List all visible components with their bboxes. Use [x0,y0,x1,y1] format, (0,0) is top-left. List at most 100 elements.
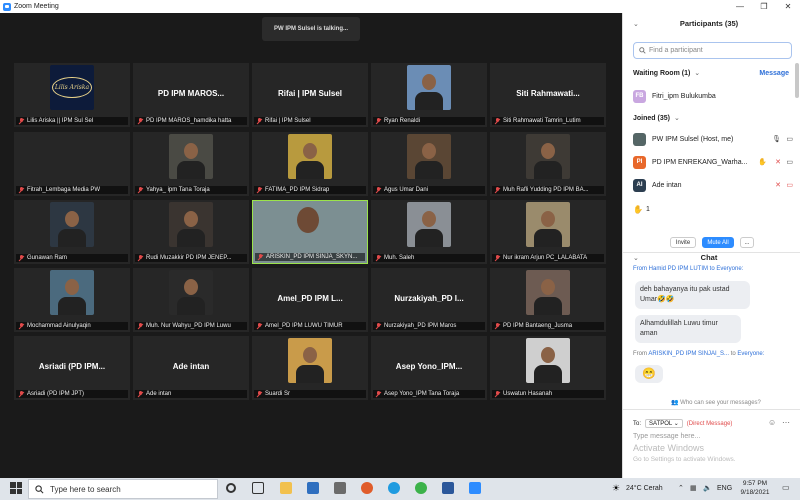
mic-muted-icon[interactable]: ✕ [775,181,781,189]
participant-label-text: Ade intan [146,391,172,397]
participant-label: Ade intan [135,390,247,398]
windows-start-icon[interactable] [10,482,22,494]
video-tile[interactable]: Asriadi (PD IPM... Asriadi (PD IPM JPT) [14,336,130,400]
participant-row[interactable]: PI PD IPM ENREKANG_Warha... ✋ ✕ ▭ [623,154,795,170]
invite-button[interactable]: Invite [670,237,696,248]
close-icon[interactable]: ✕ [776,0,800,13]
video-tile[interactable]: Asep Yono_IPM... Asep Yono_IPM Tana Toraj… [371,336,487,400]
video-tile[interactable]: Uswatun Hasanah [490,336,606,400]
video-icon[interactable]: ▭ [786,158,793,166]
mic-muted-icon [18,255,24,261]
mute-all-button[interactable]: Mute All [702,237,734,248]
video-tile[interactable]: Nur ikram Arjun PC_LALABATA [490,200,606,264]
participant-label-text: Lilis Ariska || IPM Sul Sel [27,118,94,124]
store-icon[interactable] [334,482,346,494]
video-tile[interactable]: ARISKIN_PD IPM SINJA_SKYN... [252,200,368,264]
participants-header: ⌄ Participants (35) [623,19,795,28]
video-tile[interactable]: Muh. Nur Wahyu_PD IPM Luwu [133,268,249,332]
chrome-icon[interactable] [415,482,427,494]
participant-label-text: Rudi Muzakkir PD IPM JENEP... [146,255,232,261]
clock-date[interactable]: 9/18/2021 [738,489,772,496]
chat-title: Chat [700,253,718,262]
scrollbar[interactable] [795,63,799,98]
recipient-select[interactable]: SATPOL ⌄ [645,419,683,428]
participant-label: Asep Yono_IPM Tana Toraja [373,390,485,398]
participant-row[interactable]: PW IPM Sulsel (Host, me) 🎙 ▭ [623,131,795,147]
collapse-icon[interactable]: ⌄ [633,20,639,28]
participant-label: Siti Rahmawati Tamrin_Lutim [492,117,604,125]
video-tile[interactable]: Gunawan Ram [14,200,130,264]
video-tile[interactable]: PD IPM Bantaeng_Jusma [490,268,606,332]
collapse-icon[interactable]: ⌄ [633,254,639,262]
video-tile[interactable]: Agus Umar Dani [371,132,487,196]
message-button[interactable]: Message [759,70,789,77]
file-icon[interactable]: ☺ [768,418,776,427]
cortana-icon[interactable] [226,483,236,493]
participant-display-name: PD IPM MAROS... [157,89,225,98]
raised-hands-row: ✋ 1 [623,203,795,215]
mic-muted-icon [494,255,500,261]
chat-header: ⌄ Chat [623,252,795,263]
chat-input[interactable]: Type message here... [633,433,700,440]
edge-icon[interactable] [388,482,400,494]
maximize-icon[interactable]: ❐ [752,0,776,13]
more-icon[interactable]: ⋯ [782,418,790,427]
zoom-app-icon [3,2,11,11]
who-can-see-link[interactable]: 👥 Who can see your messages? [671,399,761,406]
video-off-icon[interactable]: ▭ [786,181,793,189]
video-tile[interactable]: Siti Rahmawati... Siti Rahmawati Tamrin_L… [490,63,606,127]
avatar: PI [633,155,646,169]
video-tile[interactable]: Lilis Ariska Lilis Ariska || IPM Sul Sel [14,63,130,127]
zoom-taskbar-icon[interactable] [469,482,481,494]
divider [623,409,800,410]
participant-video [407,202,451,247]
video-gallery: PW IPM Sulsel is talking... Lilis Ariska… [0,13,622,478]
video-tile[interactable]: Fitrah_Lembaga Media PW [14,132,130,196]
direct-message-label: (Direct Message) [686,420,733,427]
notification-icon[interactable]: ▭ [782,483,790,492]
minimize-icon[interactable]: — [728,0,752,13]
search-input[interactable]: Find a participant [649,47,703,54]
participant-label-text: Yahya_ ipm Tana Toraja [146,187,210,193]
participant-search[interactable]: Find a participant [633,42,792,59]
video-icon[interactable]: ▭ [786,135,793,143]
participant-label: Uswatun Hasanah [492,390,604,398]
video-tile[interactable]: Muh Rafli Yudding PD IPM BA... [490,132,606,196]
video-tile[interactable]: Ade intan Ade intan [133,336,249,400]
participant-label: PD IPM Bantaeng_Jusma [492,322,604,330]
video-tile[interactable]: Rifai | IPM Sulsel Rifai | IPM Sulsel [252,63,368,127]
video-tile[interactable]: Ryan Renaldi [371,63,487,127]
video-tile[interactable]: Suardi Sr [252,336,368,400]
raised-hand-icon: ✋ [758,159,767,166]
clock-time[interactable]: 9:57 PM [740,480,770,487]
more-button[interactable]: ... [740,237,754,248]
video-tile[interactable]: Rudi Muzakkir PD IPM JENEP... [133,200,249,264]
word-icon[interactable] [442,482,454,494]
mic-muted-icon[interactable]: ✕ [775,158,781,166]
volume-icon[interactable]: 🔈 [703,484,712,492]
network-icon[interactable]: ▦ [690,484,697,492]
tray-arrow-icon[interactable]: ⌃ [678,484,684,492]
mail-icon[interactable] [307,482,319,494]
video-tile[interactable]: Muh. Saleh [371,200,487,264]
video-tile[interactable]: PD IPM MAROS... PD IPM MAROS_hamdika hatt… [133,63,249,127]
mic-muted-icon [375,255,381,261]
video-tile[interactable]: Mochammad Ainulyaqin [14,268,130,332]
participant-label-text: Agus Umar Dani [384,187,429,193]
participant-row[interactable]: AI Ade intan ✕ ▭ [623,177,795,193]
participant-label-text: ARISKIN_PD IPM SINJA_SKYN... [266,254,358,260]
chat-message: 😁 [635,365,663,383]
file-explorer-icon[interactable] [280,482,292,494]
language-indicator[interactable]: ENG [717,485,732,492]
waiting-room-row[interactable]: Waiting Room (1) ⌄ Message [623,67,795,79]
taskbar-search[interactable]: Type here to search [28,479,218,499]
video-tile[interactable]: Amel_PD IPM L... Amel_PD IPM LUWU TIMUR [252,268,368,332]
task-view-icon[interactable] [252,482,264,494]
video-tile[interactable]: Nurzakiyah_PD I... Nurzakiyah_PD IPM Maro… [371,268,487,332]
video-tile[interactable]: Yahya_ ipm Tana Toraja [133,132,249,196]
joined-row[interactable]: Joined (35) ⌄ [623,112,795,124]
microphone-icon[interactable]: 🎙 [772,135,781,143]
video-tile[interactable]: FATIMA_PD IPM Sidrap [252,132,368,196]
waiting-participant[interactable]: FB Fitri_ipm Bulukumba [623,88,795,104]
firefox-icon[interactable] [361,482,373,494]
